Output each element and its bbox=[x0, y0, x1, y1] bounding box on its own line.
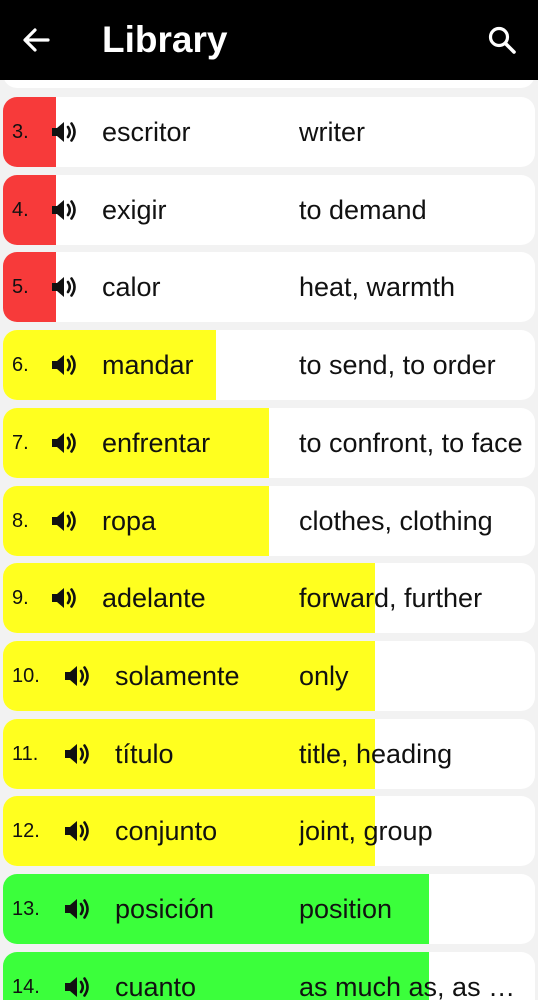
speaker-icon[interactable] bbox=[63, 819, 91, 843]
translation: joint, group bbox=[299, 816, 433, 847]
item-number: 8. bbox=[12, 509, 29, 532]
progress-fill bbox=[3, 174, 56, 245]
item-number: 11. bbox=[12, 742, 39, 765]
speaker-icon[interactable] bbox=[50, 586, 78, 610]
list-item[interactable]: 5. calor heat, warmth bbox=[3, 252, 535, 323]
item-number: 4. bbox=[12, 198, 29, 221]
item-number: 10. bbox=[12, 664, 40, 687]
translation: clothes, clothing bbox=[299, 505, 493, 536]
translation: to demand bbox=[299, 194, 427, 225]
word-list[interactable]: 3. escritor writer 4. exigir to demand 5. calor… bbox=[0, 80, 538, 1000]
speaker-icon[interactable] bbox=[50, 275, 78, 299]
back-button[interactable] bbox=[14, 18, 58, 62]
page-title: Library bbox=[102, 19, 228, 60]
translation: title, heading bbox=[299, 738, 453, 769]
list-item-partial[interactable] bbox=[3, 80, 535, 88]
speaker-icon[interactable] bbox=[63, 975, 91, 999]
item-number: 9. bbox=[12, 587, 29, 610]
speaker-icon[interactable] bbox=[63, 742, 91, 766]
translation: writer bbox=[299, 117, 365, 147]
spanish-word: cuanto bbox=[115, 971, 197, 1000]
list-item[interactable]: 11. título title, heading bbox=[3, 718, 535, 789]
speaker-icon[interactable] bbox=[63, 664, 91, 688]
item-number: 6. bbox=[12, 354, 29, 377]
item-number: 13. bbox=[12, 898, 40, 920]
list-item[interactable]: 10. solamente only bbox=[3, 640, 535, 711]
translation: as much as, as many as bbox=[299, 971, 525, 1000]
spanish-word: conjunto bbox=[115, 816, 218, 847]
item-number: 12. bbox=[12, 820, 40, 843]
item-number: 7. bbox=[12, 431, 29, 454]
spanish-word: enfrentar bbox=[102, 427, 211, 458]
spanish-word: posición bbox=[115, 894, 215, 924]
list-item[interactable]: 6. mandar to send, to order bbox=[3, 330, 535, 401]
item-number: 5. bbox=[12, 276, 29, 299]
list-item[interactable]: 3. escritor writer bbox=[3, 97, 535, 167]
translation: only bbox=[299, 660, 349, 691]
translation: forward, further bbox=[299, 583, 483, 614]
list-item[interactable]: 8. ropa clothes, clothing bbox=[3, 485, 535, 556]
list-item[interactable]: 13. posición position bbox=[3, 874, 535, 944]
spanish-word: ropa bbox=[102, 505, 157, 536]
spanish-word: mandar bbox=[102, 350, 194, 381]
translation: to confront, to face bbox=[299, 427, 523, 458]
speaker-icon[interactable] bbox=[50, 198, 78, 222]
list-item[interactable]: 9. adelante forward, further bbox=[3, 563, 535, 634]
library-screen: Library 3. escritor writer 4. exigir to deman… bbox=[0, 0, 538, 1000]
progress-fill bbox=[3, 97, 56, 167]
list-item[interactable]: 12. conjunto joint, group bbox=[3, 796, 535, 867]
list-item[interactable]: 7. enfrentar to confront, to face bbox=[3, 407, 535, 478]
translation: to send, to order bbox=[299, 350, 496, 381]
speaker-icon[interactable] bbox=[50, 120, 78, 144]
list-item[interactable]: 4. exigir to demand bbox=[3, 174, 535, 245]
speaker-icon[interactable] bbox=[50, 509, 78, 533]
spanish-word: adelante bbox=[102, 583, 206, 614]
spanish-word: solamente bbox=[115, 660, 240, 691]
arrow-left-icon bbox=[23, 28, 50, 52]
list-item[interactable]: 14. cuanto as much as, as many as bbox=[3, 951, 535, 1000]
item-number: 3. bbox=[12, 121, 29, 143]
translation: heat, warmth bbox=[299, 272, 456, 303]
top-app-bar: Library bbox=[0, 0, 538, 80]
spanish-word: exigir bbox=[102, 194, 167, 225]
spanish-word: escritor bbox=[102, 117, 191, 147]
translation: position bbox=[299, 894, 393, 924]
progress-fill bbox=[3, 252, 56, 323]
search-button[interactable] bbox=[480, 18, 524, 62]
search-icon bbox=[488, 26, 516, 54]
item-number: 14. bbox=[12, 975, 40, 998]
speaker-icon[interactable] bbox=[50, 353, 78, 377]
spanish-word: calor bbox=[102, 272, 161, 303]
speaker-icon[interactable] bbox=[50, 431, 78, 455]
speaker-icon[interactable] bbox=[63, 897, 91, 921]
spanish-word: título bbox=[115, 738, 174, 769]
